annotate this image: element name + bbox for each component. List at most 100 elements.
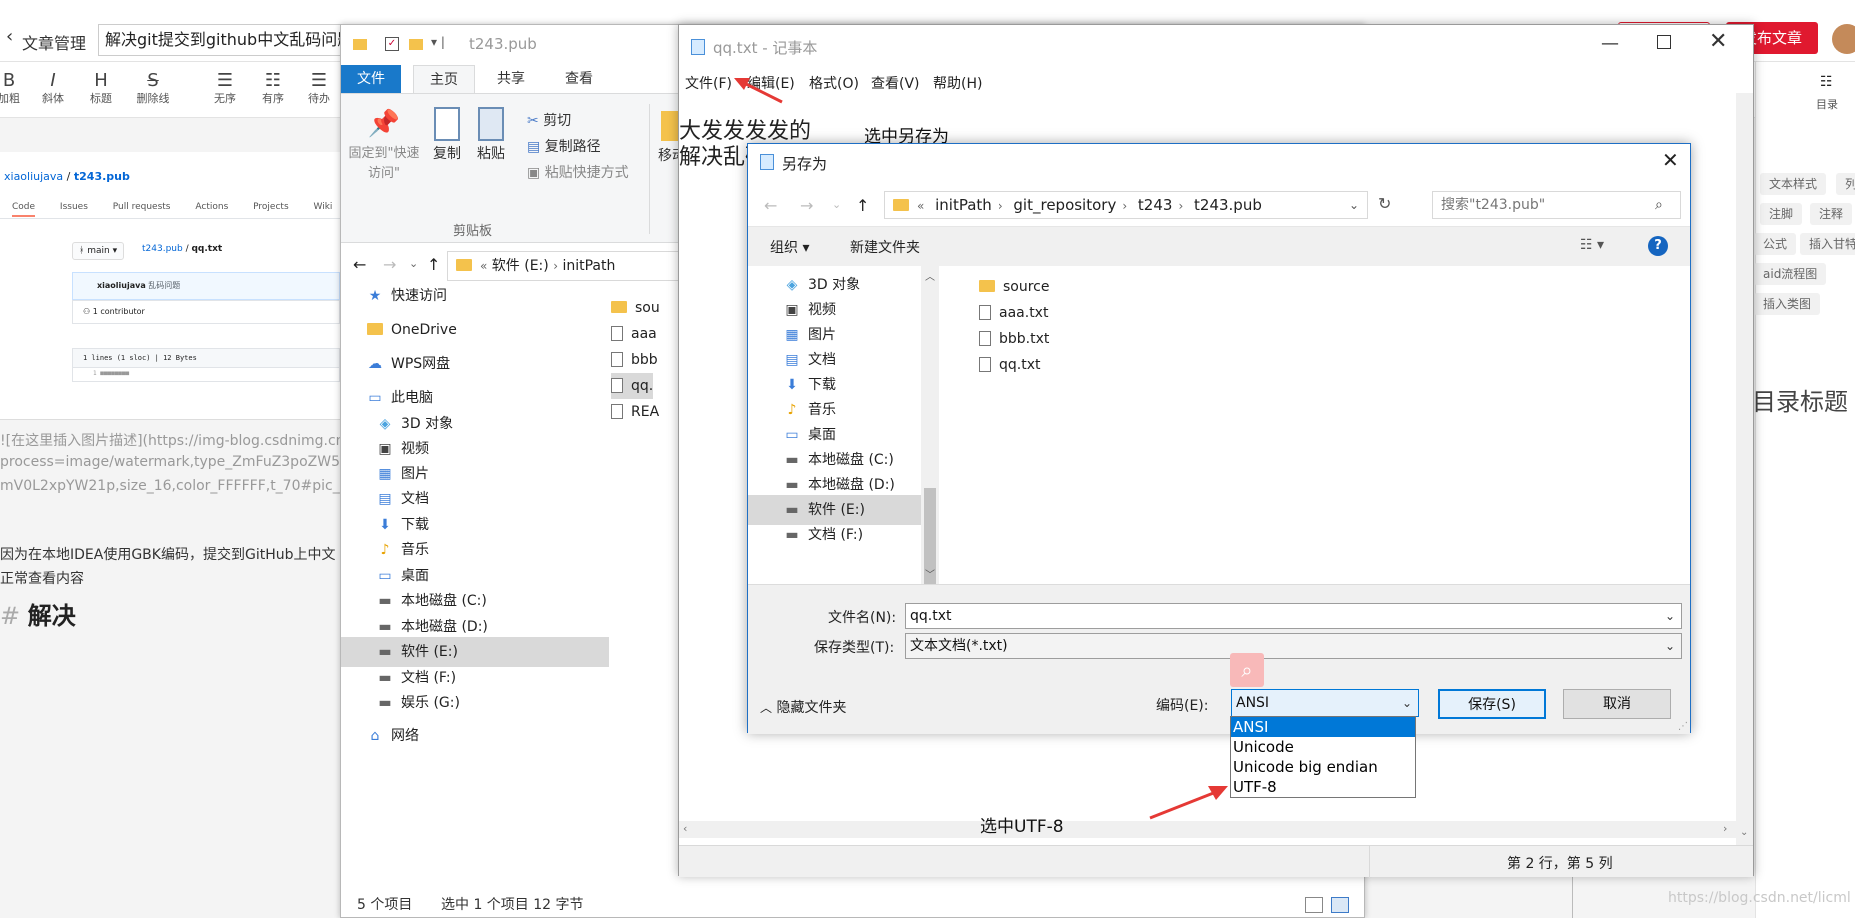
nav-item[interactable]: OneDrive: [341, 315, 609, 345]
search-input[interactable]: 搜索"t243.pub" ⌕: [1432, 191, 1681, 219]
up-icon[interactable]: ↑: [427, 255, 440, 274]
tab-share[interactable]: 共享: [481, 65, 541, 93]
encoding-option-unicode[interactable]: Unicode: [1231, 737, 1415, 757]
strikethrough-tool[interactable]: S 删除线: [130, 70, 176, 106]
view-options-icon[interactable]: ☷ ▾: [1580, 237, 1604, 253]
horizontal-scrollbar[interactable]: ‹ ›: [679, 821, 1738, 838]
menu-help[interactable]: 帮助(H): [933, 73, 982, 93]
new-folder-icon[interactable]: [409, 39, 423, 50]
forward-icon[interactable]: →: [800, 196, 813, 215]
avatar[interactable]: [1832, 24, 1855, 54]
file-item[interactable]: aaa: [611, 321, 657, 347]
address-segment[interactable]: 软件 (E:): [492, 258, 549, 274]
tag-comment[interactable]: 注释: [1810, 203, 1853, 225]
floating-search-icon[interactable]: ⌕: [1230, 653, 1264, 687]
breadcrumb-segment[interactable]: initPath: [935, 196, 992, 214]
save-button[interactable]: 保存(S): [1438, 689, 1546, 719]
file-item[interactable]: REA: [611, 399, 659, 425]
encoding-option-unicode-big-endian[interactable]: Unicode big endian: [1231, 757, 1415, 777]
copy-path-button[interactable]: ▤ 复制路径: [527, 136, 601, 156]
nav-item[interactable]: ⌂ 网络: [341, 721, 609, 751]
scroll-right-icon[interactable]: ›: [1723, 822, 1727, 835]
menu-file[interactable]: 文件(F): [685, 73, 732, 93]
close-button[interactable]: ✕: [1662, 148, 1679, 172]
ordered-list-tool[interactable]: ☷ 有序: [250, 70, 296, 106]
up-icon[interactable]: ↑: [856, 196, 869, 215]
maximize-button[interactable]: [1657, 35, 1671, 49]
tag-gantt[interactable]: 插入甘特: [1800, 233, 1855, 255]
scroll-down-icon[interactable]: ﹀: [925, 566, 935, 581]
scroll-left-icon[interactable]: ‹: [683, 822, 687, 835]
file-item[interactable]: qq.txt: [979, 352, 1041, 378]
filename-field[interactable]: qq.txt ⌄: [905, 603, 1682, 629]
vertical-scrollbar[interactable]: ⌄: [1736, 93, 1753, 845]
tag-formula[interactable]: 公式: [1754, 233, 1797, 255]
close-button[interactable]: ✕: [1709, 29, 1727, 54]
article-manage-link[interactable]: 文章管理: [22, 30, 86, 54]
breadcrumb-segment[interactable]: git_repository: [1013, 196, 1116, 214]
back-icon[interactable]: ←: [764, 196, 777, 215]
tab-file[interactable]: 文件: [341, 65, 401, 93]
details-view-icon[interactable]: [1305, 897, 1323, 913]
organize-button[interactable]: 组织 ▾: [770, 237, 809, 257]
toc-icon[interactable]: ☷: [1820, 74, 1833, 90]
paste-shortcut-button[interactable]: ▣ 粘贴快捷方式: [527, 162, 629, 182]
heading-tool[interactable]: H 标题: [78, 70, 124, 106]
encoding-option-ansi[interactable]: ANSI: [1231, 717, 1415, 737]
file-item[interactable]: sou: [611, 295, 660, 321]
scroll-down-icon[interactable]: ⌄: [1740, 827, 1748, 838]
hide-folders-toggle[interactable]: ︿ 隐藏文件夹: [760, 697, 846, 717]
tab-home[interactable]: 主页: [413, 65, 475, 93]
path-dropdown-icon[interactable]: ⌄: [1349, 192, 1359, 218]
tag-class-diagram[interactable]: 插入类图: [1754, 293, 1821, 315]
filetype-select[interactable]: 文本文档(*.txt) ⌄: [905, 633, 1682, 659]
nav-item[interactable]: ▬ 娱乐 (G:): [341, 688, 609, 718]
copy-button[interactable]: 复制: [427, 104, 467, 164]
tag-mermaid[interactable]: aid流程图: [1754, 263, 1827, 285]
tab-view[interactable]: 查看: [549, 65, 609, 93]
nav-item[interactable]: ☁ WPS网盘: [341, 349, 609, 379]
minimize-button[interactable]: —: [1601, 33, 1619, 54]
menu-format[interactable]: 格式(O): [809, 73, 859, 93]
cut-button[interactable]: ✂ 剪切: [527, 110, 571, 130]
refresh-icon[interactable]: ↻: [1378, 194, 1391, 213]
breadcrumb-segment[interactable]: t243: [1138, 196, 1173, 214]
scroll-up-icon[interactable]: ︿: [925, 268, 935, 283]
address-segment[interactable]: initPath: [562, 258, 615, 274]
tag-footnote[interactable]: 注脚: [1760, 203, 1803, 225]
todo-tool[interactable]: ☰ 待办: [296, 70, 342, 106]
help-icon[interactable]: ?: [1648, 236, 1668, 256]
file-item[interactable]: qq.: [611, 373, 654, 399]
article-title-input[interactable]: 解决git提交到github中文乱码问题: [98, 24, 348, 56]
tag-column[interactable]: 列: [1836, 173, 1855, 195]
pin-quick-access-button[interactable]: 📌 固定到"快速访问": [347, 104, 421, 184]
file-item[interactable]: aaa.txt: [979, 300, 1048, 326]
cancel-button[interactable]: 取消: [1563, 689, 1671, 719]
toc-label[interactable]: 目录: [1816, 96, 1838, 112]
tag-text-style[interactable]: 文本样式: [1760, 173, 1827, 195]
encoding-option-utf8[interactable]: UTF-8: [1231, 777, 1415, 797]
forward-icon[interactable]: →: [383, 255, 396, 274]
nav-item[interactable]: ★ 快速访问: [341, 281, 609, 311]
file-item[interactable]: bbb.txt: [979, 326, 1049, 352]
properties-icon[interactable]: ✓: [385, 37, 399, 51]
path-breadcrumb[interactable]: « initPath › git_repository › t243 › t243.p…: [884, 191, 1368, 219]
file-item[interactable]: bbb: [611, 347, 658, 373]
new-folder-button[interactable]: 新建文件夹: [850, 237, 920, 257]
italic-tool[interactable]: I 斜体: [30, 70, 76, 106]
paste-button[interactable]: 粘贴: [471, 104, 511, 164]
breadcrumb-segment[interactable]: t243.pub: [1194, 196, 1262, 214]
back-icon[interactable]: ←: [353, 255, 366, 274]
bold-tool[interactable]: B 加粗: [0, 70, 32, 106]
tree-scrollbar[interactable]: ︿ ﹀: [921, 266, 939, 638]
back-arrow-icon[interactable]: ‹: [6, 26, 13, 47]
menu-view[interactable]: 查看(V): [871, 73, 920, 93]
tree-item[interactable]: ▬ 文档 (F:): [748, 520, 921, 550]
recent-dropdown-icon[interactable]: ⌄: [409, 257, 418, 270]
unordered-list-tool[interactable]: ☰ 无序: [202, 70, 248, 106]
recent-dropdown-icon[interactable]: ⌄: [832, 198, 841, 211]
file-item[interactable]: source: [979, 274, 1050, 300]
address-field[interactable]: « 软件 (E:) › initPath: [447, 251, 687, 281]
resize-grip-icon[interactable]: ⋰: [1678, 721, 1688, 732]
quick-access-dropdown-icon[interactable]: ▾ |: [431, 35, 445, 49]
